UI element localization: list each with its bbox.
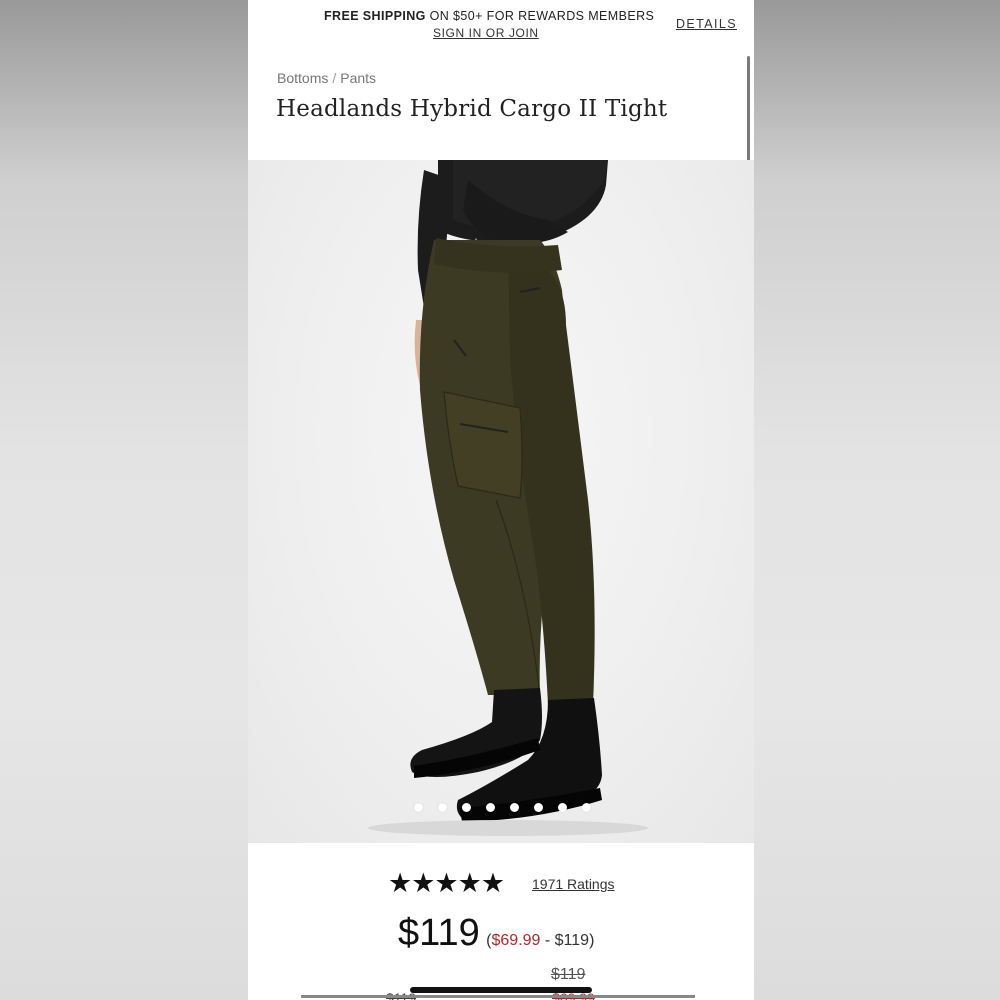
range-close: ) [589,932,595,949]
breadcrumb-pants[interactable]: Pants [340,70,376,86]
price-row: $119 ($69.99 - $119) [398,912,594,955]
details-link[interactable]: DETAILS [676,17,737,31]
price-range: ($69.99 - $119) [486,932,594,949]
promo-bold: FREE SHIPPING [324,9,426,23]
carousel-dot[interactable] [438,803,447,812]
star-rating-icon: ★★★★★ [388,868,505,898]
product-photo-illustration [368,160,648,836]
promo-banner: FREE SHIPPING ON $50+ FOR REWARDS MEMBER… [248,0,754,46]
carousel-dot[interactable] [582,803,591,812]
breadcrumb-bottoms[interactable]: Bottoms [277,70,328,86]
background-right [754,0,1000,1000]
range-high: $119 [554,932,590,949]
carousel-dot[interactable] [510,803,519,812]
range-separator: - [540,932,555,949]
product-page: FREE SHIPPING ON $50+ FOR REWARDS MEMBER… [248,0,754,1000]
carousel-dot[interactable] [486,803,495,812]
home-indicator[interactable] [410,987,592,993]
promo-rest: ON $50+ FOR REWARDS MEMBERS [425,9,655,23]
promo-text: FREE SHIPPING ON $50+ FOR REWARDS MEMBER… [324,9,654,23]
carousel-dot[interactable] [558,803,567,812]
carousel-dot[interactable] [414,803,423,812]
product-price: $119 [398,912,480,954]
carousel-dot[interactable] [462,803,471,812]
carousel-dot[interactable] [534,803,543,812]
sign-in-link[interactable]: SIGN IN OR JOIN [433,26,539,40]
sale-price: $69.99 [491,932,541,949]
ratings-count-link[interactable]: 1971 Ratings [532,876,615,892]
background-left [0,0,248,1000]
page-title: Headlands Hybrid Cargo II Tight [276,96,668,122]
breadcrumb-separator: / [332,70,337,86]
product-image[interactable] [248,160,754,843]
strikethrough-price-top: $119 [551,966,586,983]
page-scroll-indicator [301,995,695,998]
breadcrumb: Bottoms / Pants [277,70,376,86]
carousel-dots [248,803,754,815]
